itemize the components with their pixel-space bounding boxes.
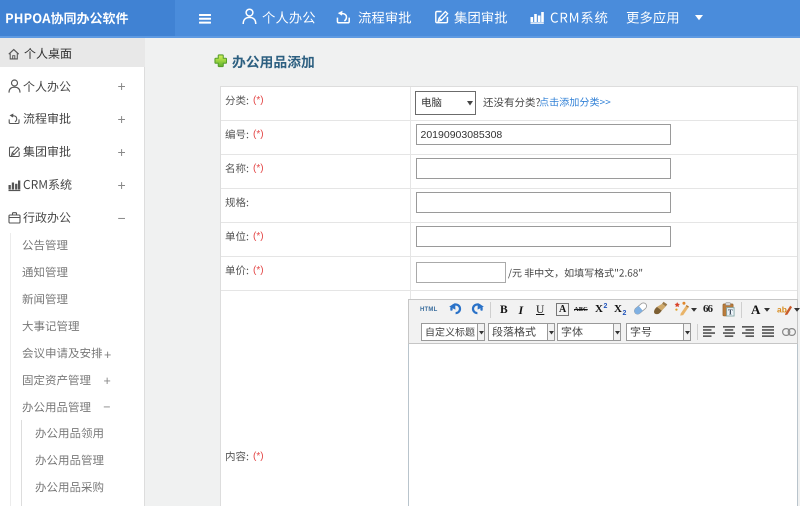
svg-text:T: T [728, 308, 733, 317]
svg-text:ab: ab [777, 304, 787, 314]
